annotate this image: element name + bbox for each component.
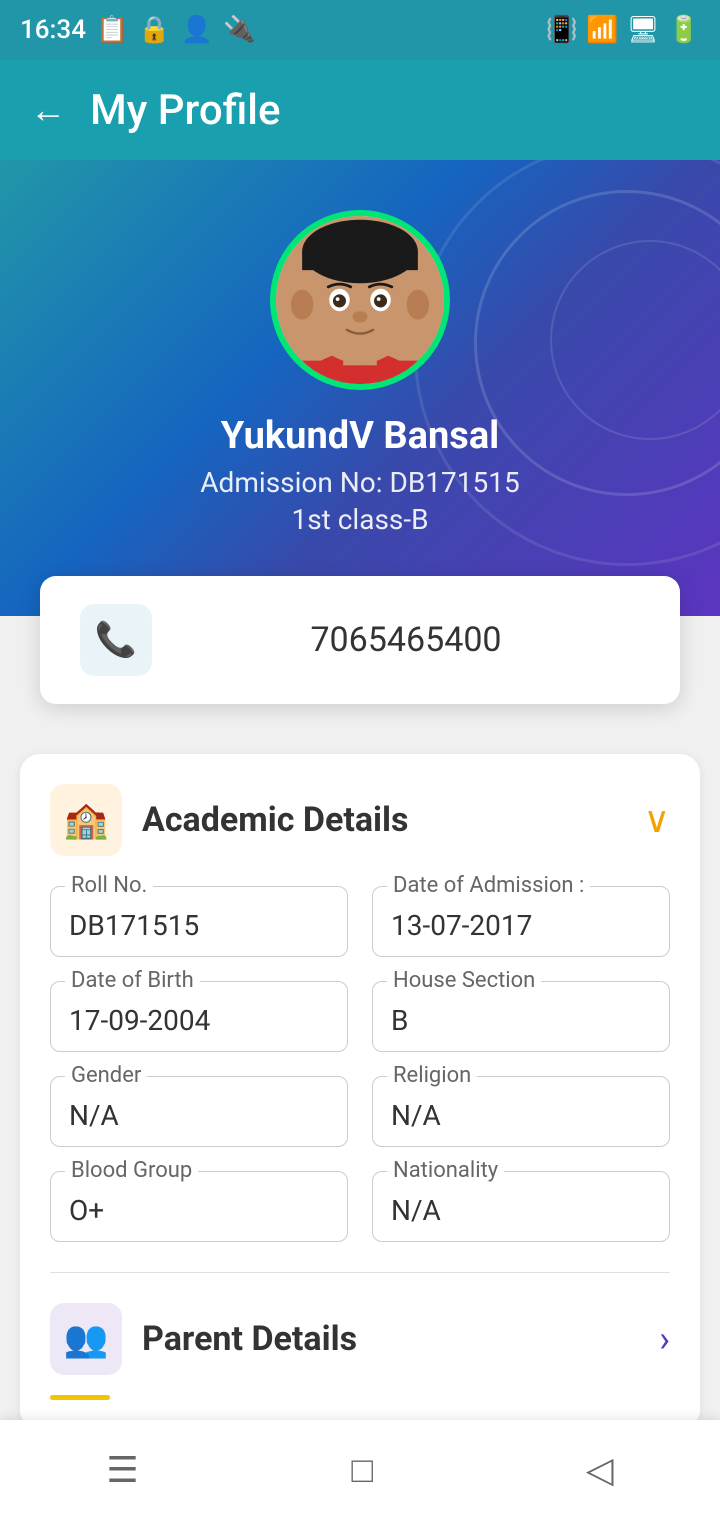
field-blood-group-value: O+: [69, 1190, 329, 1227]
academic-details-header: 🏫 Academic Details ∨: [50, 784, 670, 856]
field-blood-group: Blood Group O+: [50, 1171, 348, 1242]
academic-icon-box: 🏫: [50, 784, 122, 856]
field-house-section: House Section B: [372, 981, 670, 1052]
nav-bar: ☰ □ ◁: [0, 1420, 720, 1520]
status-right: 📳 📶 🖥 🔋: [546, 15, 700, 45]
field-house-section-label: House Section: [387, 968, 541, 993]
parent-chevron-icon[interactable]: ›: [659, 1318, 670, 1360]
field-date-of-birth-value: 17-09-2004: [69, 1000, 329, 1037]
bottom-accent-line: [50, 1395, 110, 1400]
profile-class: 1st class-B: [291, 503, 428, 536]
parent-section-title: Parent Details: [142, 1319, 639, 1359]
nav-back-icon[interactable]: ◁: [586, 1449, 614, 1491]
academic-chevron-icon[interactable]: ∨: [644, 799, 670, 841]
parent-icon: 👥: [64, 1318, 109, 1360]
profile-admission-no: Admission No: DB171515: [200, 466, 519, 499]
field-gender-value: N/A: [69, 1095, 329, 1132]
status-time: 16:34: [20, 15, 86, 45]
field-nationality-label: Nationality: [387, 1158, 504, 1183]
field-house-section-value: B: [391, 1000, 651, 1037]
page-title: My Profile: [90, 86, 280, 135]
back-button[interactable]: ←: [30, 92, 66, 128]
field-gender: Gender N/A: [50, 1076, 348, 1147]
status-icon-4: 🔌: [223, 15, 255, 45]
parent-icon-box: 👥: [50, 1303, 122, 1375]
nav-menu-icon[interactable]: ☰: [106, 1449, 138, 1491]
field-religion-value: N/A: [391, 1095, 651, 1132]
status-icon-3: 👤: [181, 15, 213, 45]
field-date-of-birth: Date of Birth 17-09-2004: [50, 981, 348, 1052]
field-roll-no-value: DB171515: [69, 905, 329, 942]
phone-number: 7065465400: [172, 620, 640, 660]
status-icon-1: 📋: [96, 15, 128, 45]
info-card: 🏫 Academic Details ∨ Roll No. DB171515 D…: [20, 754, 700, 1430]
top-bar: ← My Profile: [0, 60, 720, 160]
section-divider: [50, 1272, 670, 1273]
vibrate-icon: 📳: [546, 15, 578, 45]
academic-section-title: Academic Details: [142, 800, 624, 840]
field-gender-label: Gender: [65, 1063, 147, 1088]
phone-card: 📞 7065465400: [40, 576, 680, 704]
profile-name: YukundV Bansal: [221, 414, 499, 458]
field-date-of-admission-value: 13-07-2017: [391, 905, 651, 942]
field-nationality: Nationality N/A: [372, 1171, 670, 1242]
field-date-of-admission-label: Date of Admission :: [387, 873, 590, 898]
wifi-icon: 📶: [586, 15, 618, 45]
field-date-of-admission: Date of Admission : 13-07-2017: [372, 886, 670, 957]
academic-icon: 🏫: [64, 799, 109, 841]
status-left: 16:34 📋 🔒 👤 🔌: [20, 15, 255, 45]
parent-details-section[interactable]: 👥 Parent Details ›: [50, 1303, 670, 1375]
screen-icon: 🖥: [627, 15, 660, 45]
battery-icon: 🔋: [668, 15, 700, 45]
academic-fields-grid: Roll No. DB171515 Date of Admission : 13…: [50, 886, 670, 1242]
field-date-of-birth-label: Date of Birth: [65, 968, 200, 993]
status-icon-2: 🔒: [138, 15, 170, 45]
field-religion: Religion N/A: [372, 1076, 670, 1147]
decorative-arc: [550, 240, 720, 440]
main-content: 🏫 Academic Details ∨ Roll No. DB171515 D…: [0, 724, 720, 1460]
status-bar: 16:34 📋 🔒 👤 🔌 📳 📶 🖥 🔋: [0, 0, 720, 60]
field-roll-no-label: Roll No.: [65, 873, 153, 898]
phone-icon: 📞: [80, 604, 152, 676]
profile-header: YukundV Bansal Admission No: DB171515 1s…: [0, 160, 720, 616]
field-roll-no: Roll No. DB171515: [50, 886, 348, 957]
field-blood-group-label: Blood Group: [65, 1158, 198, 1183]
field-religion-label: Religion: [387, 1063, 477, 1088]
field-nationality-value: N/A: [391, 1190, 651, 1227]
avatar: [270, 210, 450, 390]
nav-home-icon[interactable]: □: [351, 1449, 373, 1491]
